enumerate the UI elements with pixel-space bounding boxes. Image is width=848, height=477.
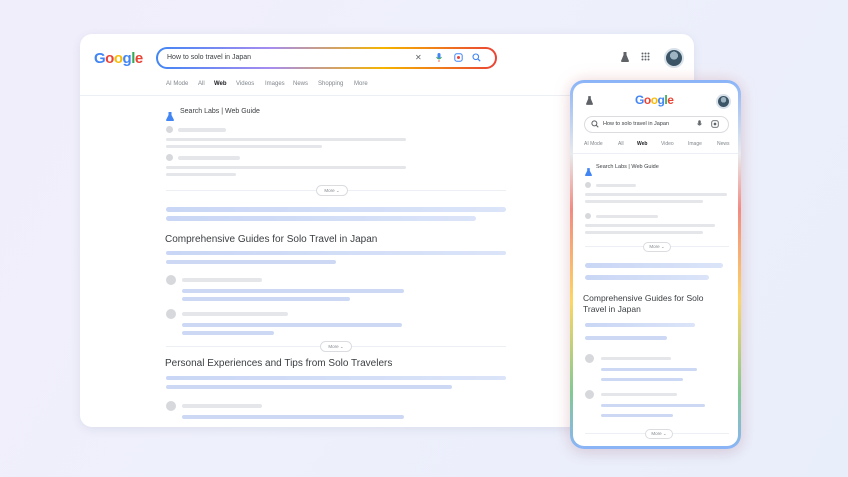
tab-all[interactable]: All [198, 81, 205, 87]
result-site-name [182, 404, 262, 408]
result-favicon [585, 213, 591, 219]
result-site-name [601, 357, 671, 360]
tab-ai-mode[interactable]: AI Mode [166, 81, 188, 87]
lens-icon[interactable] [711, 120, 719, 130]
result-title-bar [182, 297, 350, 301]
tab-more[interactable]: More [354, 81, 368, 87]
mic-icon[interactable] [436, 53, 442, 64]
result-title-bar [182, 289, 404, 293]
tab-all[interactable]: All [618, 141, 624, 147]
search-box[interactable]: How to solo travel in Japan [584, 116, 729, 133]
result-favicon [585, 354, 594, 363]
section-summary-bar [585, 336, 667, 340]
result-snippet [166, 145, 322, 148]
result-snippet [166, 173, 236, 176]
section-summary-bar [166, 260, 336, 264]
more-button[interactable]: More ⌄ [645, 429, 673, 439]
labs-flask-icon[interactable] [586, 96, 593, 107]
search-icon[interactable] [472, 53, 481, 64]
result-favicon [585, 182, 591, 188]
web-guide-title: Search Labs | Web Guide [180, 108, 260, 115]
tab-images[interactable]: Images [265, 81, 285, 87]
google-logo[interactable]: Google [635, 93, 674, 107]
result-title-bar [601, 404, 705, 407]
result-site-name [182, 278, 262, 282]
section-summary-bar [166, 385, 452, 389]
result-snippet [166, 166, 406, 169]
search-box[interactable]: How to solo travel in Japan ✕ [156, 47, 497, 69]
labs-flask-icon [585, 163, 592, 176]
avatar[interactable] [664, 48, 684, 68]
result-site-name [178, 156, 240, 160]
tab-web[interactable]: Web [214, 81, 227, 87]
result-site-name [596, 184, 636, 187]
more-button[interactable]: More ⌄ [316, 185, 348, 196]
tab-news[interactable]: News [293, 81, 308, 87]
section-heading[interactable]: Personal Experiences and Tips from Solo … [165, 358, 392, 369]
result-link-bar [585, 263, 723, 268]
result-snippet [166, 138, 406, 141]
result-favicon [166, 126, 173, 133]
web-guide-title: Search Labs | Web Guide [596, 164, 659, 170]
result-link-bar [585, 275, 709, 280]
section-heading[interactable]: Comprehensive Guides for Solo [583, 293, 703, 303]
result-title-bar [601, 378, 683, 381]
more-button[interactable]: More ⌄ [320, 341, 352, 352]
more-button[interactable]: More ⌄ [643, 242, 671, 252]
section-summary-bar [585, 323, 695, 327]
search-icon [591, 120, 599, 130]
tab-video[interactable]: Video [661, 141, 674, 147]
tab-ai-mode[interactable]: AI Mode [584, 141, 603, 147]
apps-grid-icon[interactable] [641, 52, 650, 63]
tab-web[interactable]: Web [637, 141, 647, 147]
result-title-bar [182, 331, 274, 335]
result-favicon [166, 309, 176, 319]
labs-flask-icon[interactable] [621, 52, 629, 64]
result-title-bar [601, 368, 697, 371]
avatar[interactable] [716, 94, 731, 109]
result-site-name [601, 393, 677, 396]
tabs-divider [573, 153, 738, 154]
more-label: More [651, 431, 662, 436]
result-site-name [596, 215, 658, 218]
result-snippet [585, 231, 703, 234]
result-favicon [166, 275, 176, 285]
section-heading-line2[interactable]: Travel in Japan [583, 304, 641, 314]
tab-videos[interactable]: Videos [236, 81, 254, 87]
result-snippet [585, 193, 727, 196]
mic-icon[interactable] [697, 120, 702, 130]
section-heading[interactable]: Comprehensive Guides for Solo Travel in … [165, 234, 377, 245]
result-snippet [585, 224, 715, 227]
result-title-bar [182, 415, 404, 419]
close-icon[interactable]: ✕ [415, 54, 422, 62]
result-site-name [182, 312, 288, 316]
tab-shopping[interactable]: Shopping [318, 81, 343, 87]
more-label: More [649, 244, 660, 249]
result-link-bar [166, 207, 506, 212]
result-favicon [166, 401, 176, 411]
tab-news[interactable]: News [717, 141, 730, 147]
result-favicon [585, 390, 594, 399]
result-title-bar [182, 323, 402, 327]
section-summary-bar [166, 376, 506, 380]
result-link-bar [166, 216, 476, 221]
result-site-name [178, 128, 226, 132]
more-label: More [324, 188, 335, 193]
tab-image[interactable]: Image [688, 141, 702, 147]
section-summary-bar [166, 251, 506, 255]
more-label: More [328, 344, 339, 349]
search-query[interactable]: How to solo travel in Japan [167, 54, 251, 61]
search-query[interactable]: How to solo travel in Japan [603, 121, 669, 127]
result-favicon [166, 154, 173, 161]
labs-flask-icon [166, 108, 174, 121]
lens-icon[interactable] [454, 53, 463, 64]
result-snippet [585, 200, 703, 203]
google-logo[interactable]: Google [94, 50, 143, 67]
result-title-bar [601, 414, 673, 417]
mobile-phone-window: Google How to solo travel in Japan AI Mo… [570, 80, 741, 449]
